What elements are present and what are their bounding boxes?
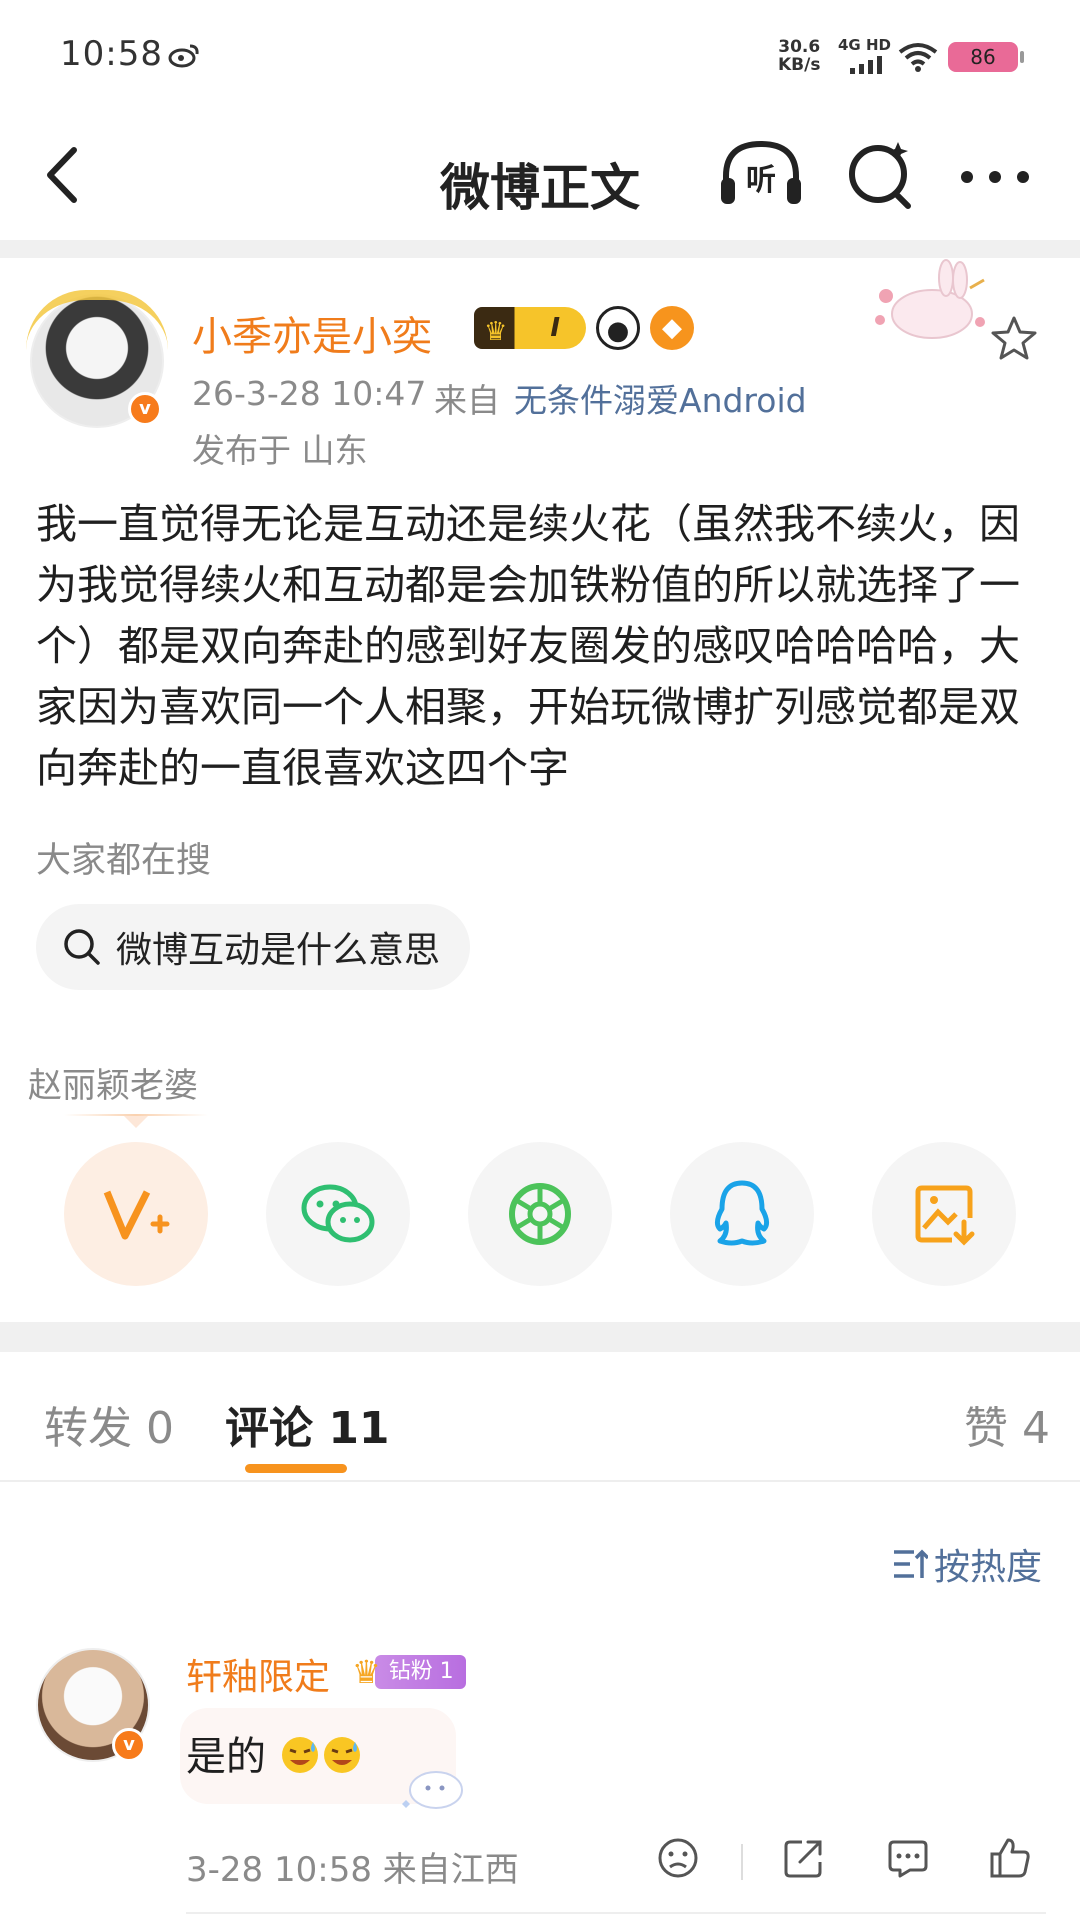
comment-text-content: 是的 <box>186 1734 266 1780</box>
search-icon <box>64 929 100 965</box>
bubble-decoration-icon <box>402 1771 463 1809</box>
commenter-name[interactable]: 轩釉限定 <box>186 1648 330 1700</box>
verified-badge-icon: v <box>112 1728 146 1762</box>
like-thumb-icon[interactable] <box>988 1836 1032 1880</box>
verified-badge-icon: v <box>128 392 162 426</box>
network-type: 4G HD <box>838 36 891 54</box>
comment-meta: 3-28 10:58 来自江西 <box>186 1850 519 1890</box>
author-badges: ♛ I ● ◆ <box>474 306 694 350</box>
emoji-sweat-laugh-icon <box>323 1737 360 1773</box>
wifi-icon <box>898 43 938 72</box>
battery-indicator: 86 <box>948 42 1024 72</box>
moments-icon <box>509 1183 571 1245</box>
action-divider <box>741 1844 743 1880</box>
reply-comment-icon[interactable] <box>886 1836 930 1880</box>
share-qq-button[interactable] <box>670 1142 814 1286</box>
qq-icon <box>714 1180 770 1246</box>
sort-icon <box>894 1549 928 1578</box>
net-speed-unit: KB/s <box>778 55 821 75</box>
more-options-icon[interactable] <box>960 170 1030 184</box>
listen-button[interactable]: 听 <box>718 138 804 214</box>
listen-label: 听 <box>746 163 776 198</box>
weibo-v-plus-icon <box>103 1190 170 1240</box>
author-name[interactable]: 小季亦是小奕 <box>192 304 432 362</box>
crown-icon: ♛ <box>484 317 508 347</box>
panda-badge-icon[interactable]: ● <box>596 306 640 350</box>
tab-repost[interactable]: 转发 0 <box>44 1392 174 1456</box>
page-title: 微博正文 <box>440 159 640 217</box>
hot-search-chip[interactable]: 微博互动是什么意思 <box>36 904 471 990</box>
post-from-label: 来自 <box>434 381 500 420</box>
share-tooltip-caret <box>124 1116 148 1128</box>
post-client-link[interactable]: 无条件溺爱Android <box>514 374 807 422</box>
emoji-sweat-laugh-icon <box>281 1737 318 1773</box>
share-row <box>64 1142 1016 1286</box>
share-wechat-button[interactable] <box>266 1142 410 1286</box>
search-icon[interactable] <box>846 138 916 212</box>
crown-icon: ♛ <box>352 1653 381 1691</box>
fish-badge-icon[interactable]: ◆ <box>650 306 694 350</box>
share-save-image-button[interactable] <box>872 1142 1016 1286</box>
member-level-badge[interactable]: ♛ I <box>474 307 586 349</box>
status-bar: 10:58 30.6 KB/s 4G HD 86 <box>0 0 1080 112</box>
status-time: 10:58 <box>60 34 163 74</box>
save-image-icon <box>915 1185 975 1246</box>
post-timestamp: 26-3-28 10:47 <box>192 374 427 413</box>
share-moments-button[interactable] <box>468 1142 612 1286</box>
signal-icon <box>850 56 882 74</box>
weibo-status-icon <box>168 44 199 68</box>
nav-bar: 微博正文 听 <box>0 112 1080 240</box>
sort-toggle[interactable]: 按热度 <box>892 1538 1042 1590</box>
avatar-frame <box>26 290 168 350</box>
net-speed: 30.6 KB/s <box>778 38 820 74</box>
sort-label: 按热度 <box>934 1547 1043 1588</box>
share-target-name: 赵丽颖老婆 <box>28 1066 198 1106</box>
hot-search-label: 大家都在搜 <box>36 841 212 881</box>
interaction-tabs: 转发 0 评论 11 赞 4 <box>0 1352 1080 1482</box>
bunny-decoration-icon <box>875 259 985 339</box>
hot-search-query: 微博互动是什么意思 <box>116 930 441 971</box>
active-tab-indicator <box>245 1464 347 1473</box>
comment-text: 是的 <box>186 1724 363 1782</box>
fan-level-text: 钻粉 1 <box>374 1655 466 1689</box>
net-speed-value: 30.6 <box>778 37 821 57</box>
post-body-text: 我一直觉得无论是互动还是续火花（虽然我不续火，因为我觉得续火和互动都是会加铁粉值… <box>36 500 1020 792</box>
favorite-star-icon[interactable] <box>990 314 1038 362</box>
share-icon[interactable] <box>782 1836 826 1880</box>
section-divider <box>0 1322 1080 1352</box>
wechat-icon <box>301 1184 375 1243</box>
post-location: 发布于 山东 <box>192 431 368 470</box>
headphones-icon: 听 <box>721 140 801 204</box>
member-level-text: I <box>550 313 560 343</box>
tab-comments[interactable]: 评论 11 <box>225 1392 390 1456</box>
share-weibo-button[interactable] <box>64 1142 208 1286</box>
tab-likes[interactable]: 赞 4 <box>964 1392 1050 1456</box>
react-emoji-icon[interactable] <box>656 1836 700 1880</box>
comment-divider <box>186 1912 1046 1914</box>
section-divider <box>0 240 1080 258</box>
author-avatar[interactable]: v <box>26 290 168 428</box>
fan-level-badge[interactable]: ♛ 钻粉 1 <box>352 1652 466 1692</box>
